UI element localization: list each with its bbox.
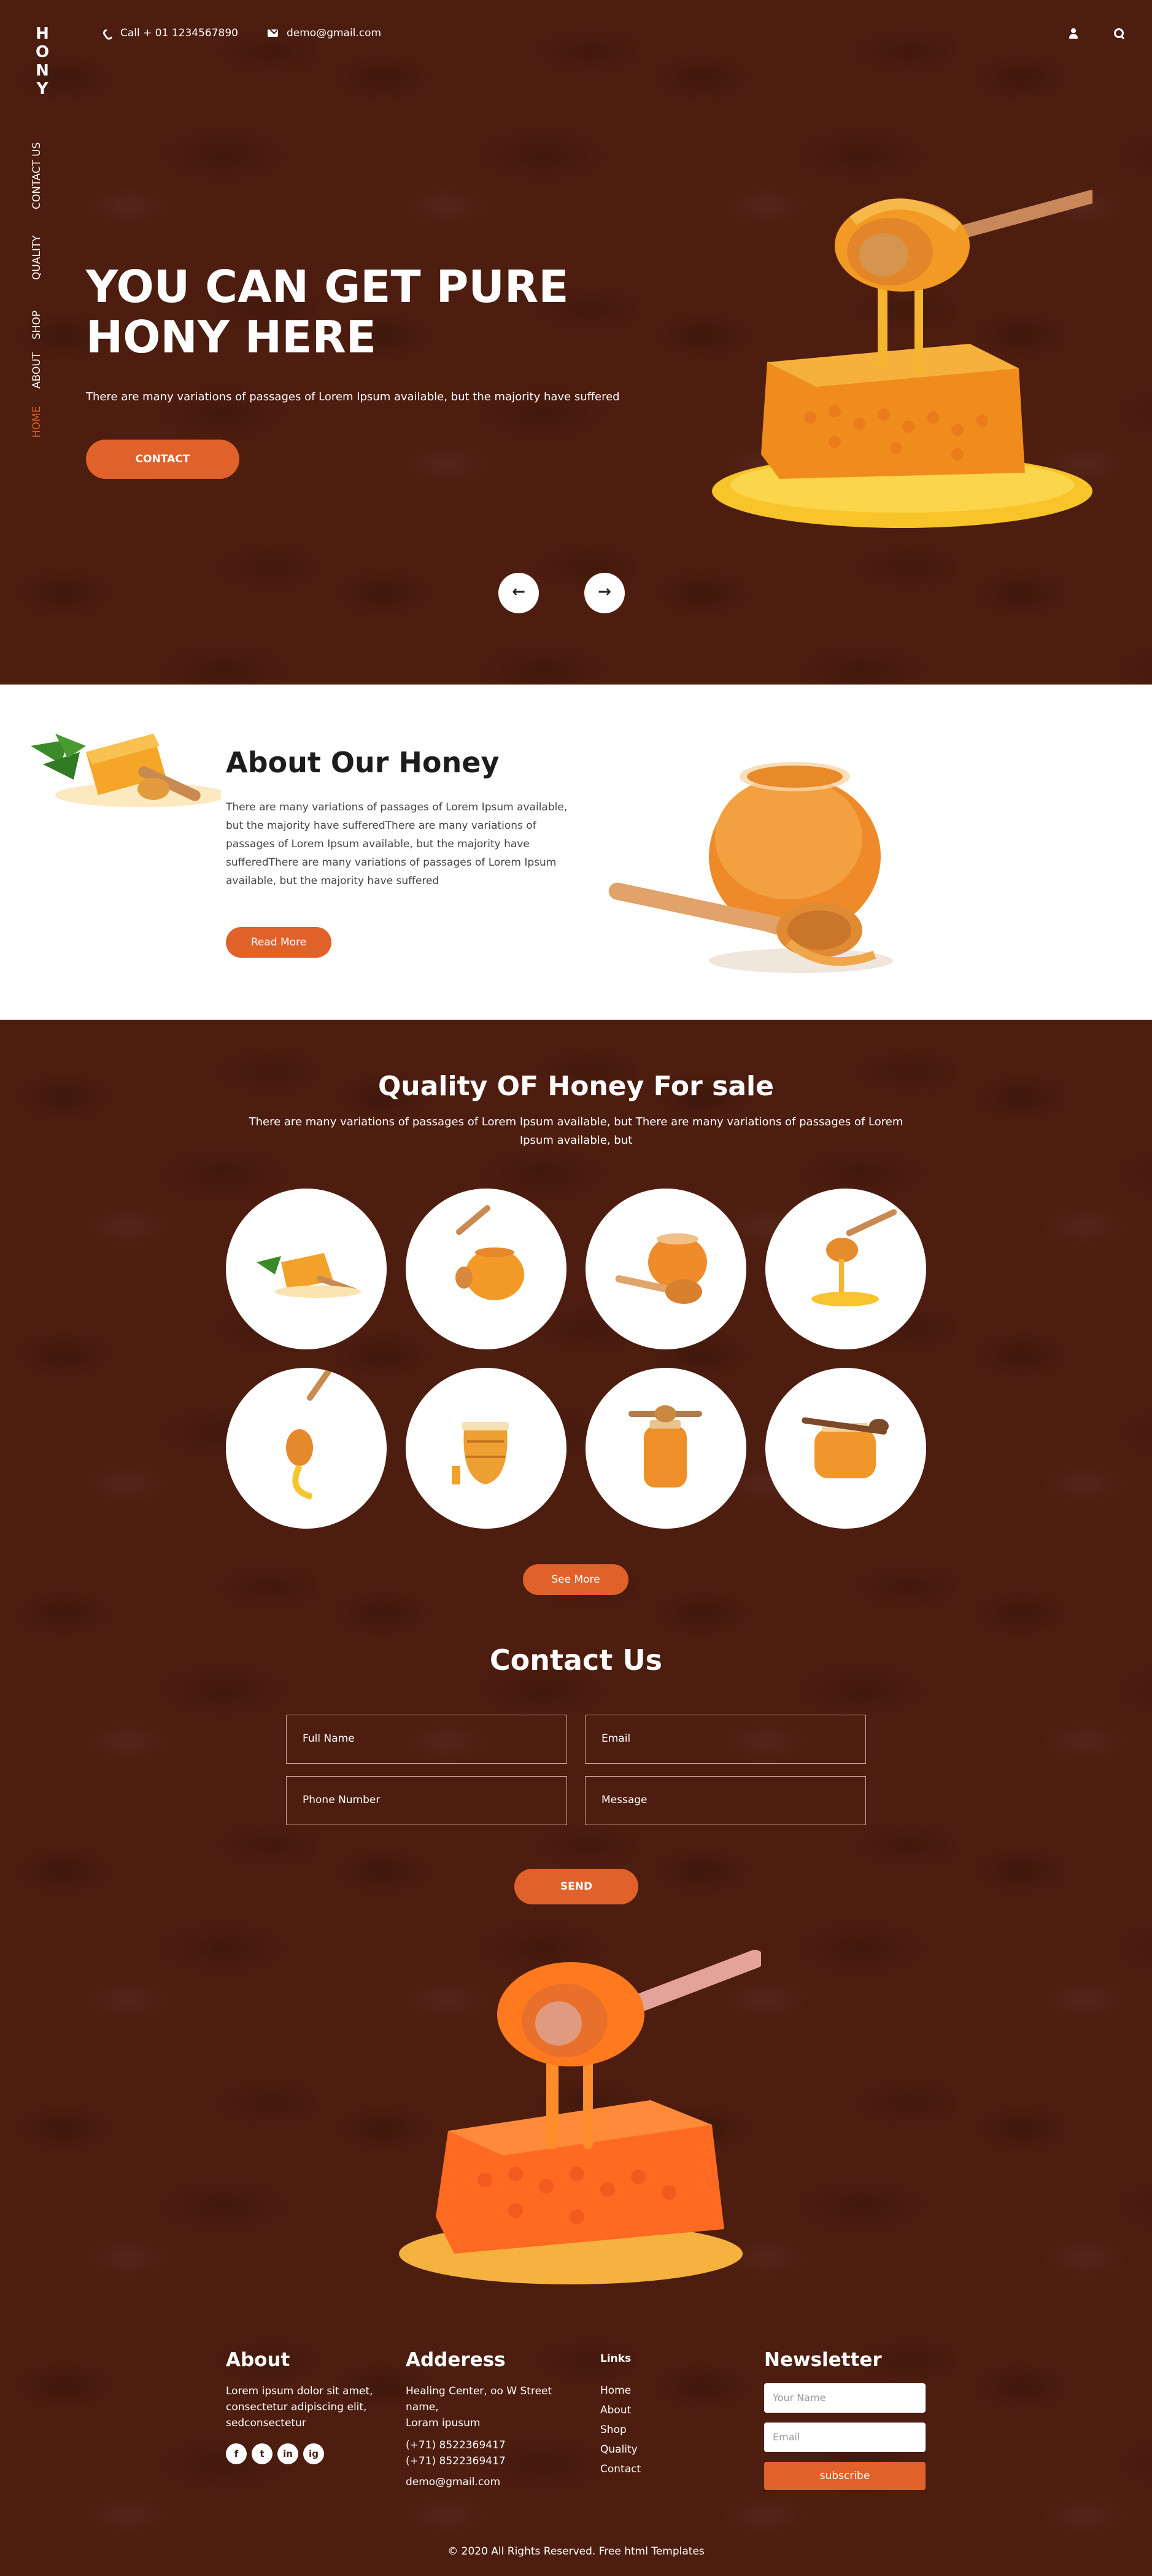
footer-email[interactable]: demo@gmail.com xyxy=(406,2474,565,2490)
see-more-button[interactable]: See More xyxy=(523,1564,628,1595)
social-links: f t in ig xyxy=(226,2443,385,2464)
email-field[interactable]: Email xyxy=(585,1715,866,1764)
nav-shop[interactable]: SHOP xyxy=(30,311,44,339)
footer-address-title: Adderess xyxy=(406,2349,506,2371)
facebook-icon[interactable]: f xyxy=(226,2443,247,2464)
honeycomb-leaves-image xyxy=(31,734,221,807)
read-more-button[interactable]: Read More xyxy=(226,927,331,958)
brand-letter: N xyxy=(36,61,49,80)
product-round-jar[interactable] xyxy=(765,1368,926,1529)
quality-subtitle: There are many variations of passages of… xyxy=(249,1115,903,1147)
newsletter-email-input[interactable]: Email xyxy=(764,2423,926,2452)
product-dipper-jar[interactable] xyxy=(406,1189,566,1349)
contact-button[interactable]: CONTACT xyxy=(86,440,239,479)
address-line: Healing Center, oo W Street name, xyxy=(406,2385,552,2413)
product-jar-with-dipper[interactable] xyxy=(586,1189,746,1349)
honeycomb-dipper-image xyxy=(712,190,1092,528)
nav-quality[interactable]: QUALITY xyxy=(30,235,44,280)
brand-letter: H xyxy=(36,25,49,43)
footer-link-contact[interactable]: Contact xyxy=(600,2459,723,2479)
brand-letter: Y xyxy=(36,80,48,98)
about-title: About Our Honey xyxy=(226,746,500,779)
brand-logo[interactable]: H O N Y xyxy=(32,25,53,98)
product-dipper-splash[interactable] xyxy=(226,1368,387,1529)
side-navigation: CONTACT US QUALITY SHOP ABOUT HOME xyxy=(25,142,49,442)
hero-text: There are many variations of passages of… xyxy=(86,390,620,403)
search-icon[interactable] xyxy=(1114,28,1125,39)
product-dipper-on-jar[interactable] xyxy=(586,1368,746,1529)
phone-link[interactable]: Call + 01 1234567890 xyxy=(103,27,238,39)
hero-section: H O N Y CONTACT US QUALITY SHOP ABOUT HO… xyxy=(0,0,1152,685)
full-name-field[interactable]: Full Name xyxy=(286,1715,567,1764)
contact-title: Contact Us xyxy=(489,1643,663,1677)
footer-phone[interactable]: (+71) 8522369417 xyxy=(406,2453,565,2469)
footer-address: Adderess Healing Center, oo W Street nam… xyxy=(406,2349,565,2490)
subscribe-button[interactable]: subscribe xyxy=(764,2462,926,2490)
footer-links-title: Links xyxy=(600,2353,632,2365)
hero-title-line: YOU CAN GET PURE xyxy=(86,261,569,312)
nav-about[interactable]: ABOUT xyxy=(30,352,44,389)
mail-icon xyxy=(267,29,278,37)
address-line: Loram ipusum xyxy=(406,2417,481,2429)
nav-home[interactable]: HOME xyxy=(30,406,44,438)
footer-links: Links Home About Shop Quality Contact xyxy=(600,2349,723,2479)
about-text: There are many variations of passages of… xyxy=(226,801,568,887)
product-honeycomb-dipper[interactable] xyxy=(226,1189,387,1349)
product-dripping-dipper[interactable] xyxy=(765,1189,926,1349)
footer-about-title: About xyxy=(226,2349,290,2371)
linkedin-icon[interactable]: in xyxy=(277,2443,298,2464)
quality-title: Quality OF Honey For sale xyxy=(378,1071,774,1102)
send-button[interactable]: SEND xyxy=(514,1869,638,1904)
honey-dripping-image xyxy=(399,1950,761,2284)
footer-link-home[interactable]: Home xyxy=(600,2381,723,2400)
brand-letter: O xyxy=(35,43,50,61)
footer-phone[interactable]: (+71) 8522369417 xyxy=(406,2437,565,2453)
newsletter-title: Newsletter xyxy=(764,2349,882,2371)
product-honey-pot[interactable] xyxy=(406,1368,566,1529)
email-link[interactable]: demo@gmail.com xyxy=(267,27,382,39)
footer-newsletter: Newsletter Your Name Email subscribe xyxy=(764,2349,936,2490)
phone-icon xyxy=(103,29,112,37)
prev-slide-button[interactable]: ← xyxy=(498,573,539,613)
honey-jar-image xyxy=(608,762,893,973)
phone-field[interactable]: Phone Number xyxy=(286,1776,567,1825)
footer-about: About Lorem ipsum dolor sit amet, consec… xyxy=(226,2349,385,2464)
footer-link-about[interactable]: About xyxy=(600,2400,723,2420)
newsletter-name-input[interactable]: Your Name xyxy=(764,2383,926,2413)
email-text: demo@gmail.com xyxy=(286,27,382,39)
nav-contact-us[interactable]: CONTACT US xyxy=(30,142,44,209)
copyright: © 2020 All Rights Reserved. Free html Te… xyxy=(447,2545,705,2558)
next-slide-button[interactable]: → xyxy=(584,573,625,613)
contact-topbar: Call + 01 1234567890 demo@gmail.com xyxy=(103,27,381,39)
about-section: About Our Honey There are many variation… xyxy=(0,685,1152,1020)
message-field[interactable]: Message xyxy=(585,1776,866,1825)
hero-title-line: HONY HERE xyxy=(86,311,376,363)
quality-section: Quality OF Honey For sale There are many… xyxy=(0,1020,1152,2576)
instagram-icon[interactable]: ig xyxy=(303,2443,324,2464)
footer-link-shop[interactable]: Shop xyxy=(600,2420,723,2440)
footer-link-quality[interactable]: Quality xyxy=(600,2440,723,2459)
hero-title: YOU CAN GET PURE HONY HERE xyxy=(86,262,638,362)
header-icons xyxy=(1069,28,1125,39)
user-icon[interactable] xyxy=(1069,28,1078,39)
twitter-icon[interactable]: t xyxy=(252,2443,273,2464)
footer-about-text: Lorem ipsum dolor sit amet, consectetur … xyxy=(226,2385,373,2429)
phone-text: Call + 01 1234567890 xyxy=(120,27,238,39)
